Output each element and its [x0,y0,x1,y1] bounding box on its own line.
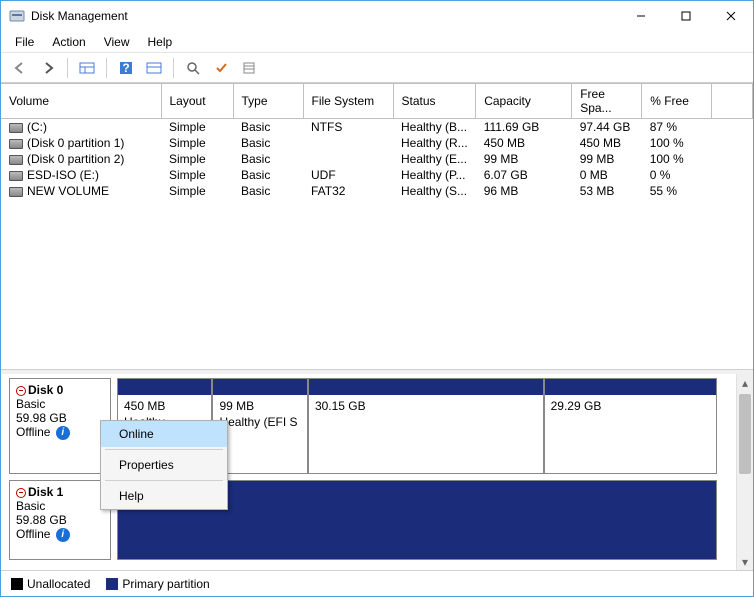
col-freespace[interactable]: Free Spa... [572,84,642,119]
partition[interactable]: 29.29 GB [544,378,717,474]
col-filesystem[interactable]: File System [303,84,393,119]
svg-text:?: ? [122,61,129,75]
volume-table[interactable]: Volume Layout Type File System Status Ca… [1,83,753,199]
scroll-down-icon[interactable]: ▾ [737,553,753,570]
scrollbar-thumb[interactable] [739,394,751,474]
volume-icon [9,171,23,181]
scroll-up-icon[interactable]: ▴ [737,374,753,391]
table-row[interactable]: (Disk 0 partition 2)SimpleBasicHealthy (… [1,151,753,167]
toolbar: ? [1,53,753,83]
settings-button[interactable] [143,57,165,79]
minimize-button[interactable] [618,1,663,31]
menubar: File Action View Help [1,31,753,53]
col-status[interactable]: Status [393,84,476,119]
help-button[interactable]: ? [115,57,137,79]
legend-swatch-black [11,578,23,590]
info-icon[interactable]: i [56,528,70,542]
forward-button[interactable] [37,57,59,79]
show-hide-button[interactable] [76,57,98,79]
toolbar-separator [173,58,174,78]
col-volume[interactable]: Volume [1,84,161,119]
disk-label[interactable]: Disk 1Basic59.88 GBOffline i [9,480,111,560]
menu-help[interactable]: Help [140,33,181,51]
col-pctfree[interactable]: % Free [642,84,712,119]
close-button[interactable] [708,1,753,31]
context-menu-separator [105,449,223,450]
table-header-row: Volume Layout Type File System Status Ca… [1,84,753,119]
volume-icon [9,123,23,133]
disk-error-icon [16,386,26,396]
legend-unallocated: Unallocated [11,577,90,591]
volume-icon [9,155,23,165]
disk-context-menu: Online Properties Help [100,420,228,510]
refresh-button[interactable] [182,57,204,79]
table-row[interactable]: (Disk 0 partition 1)SimpleBasicHealthy (… [1,135,753,151]
partition[interactable]: 30.15 GB [308,378,544,474]
volume-list-pane: Volume Layout Type File System Status Ca… [1,83,753,370]
col-capacity[interactable]: Capacity [476,84,572,119]
action-button[interactable] [210,57,232,79]
toolbar-separator [67,58,68,78]
context-menu-separator [105,480,223,481]
legend-primary: Primary partition [106,577,209,591]
col-layout[interactable]: Layout [161,84,233,119]
disk-label[interactable]: Disk 0Basic59.98 GBOffline i [9,378,111,474]
table-row[interactable]: (C:)SimpleBasicNTFSHealthy (B...111.69 G… [1,119,753,136]
volume-icon [9,139,23,149]
col-blank [712,84,753,119]
window-title: Disk Management [31,9,618,23]
vertical-scrollbar[interactable]: ▴ ▾ [736,374,753,570]
info-icon[interactable]: i [56,426,70,440]
maximize-button[interactable] [663,1,708,31]
col-type[interactable]: Type [233,84,303,119]
back-button[interactable] [9,57,31,79]
menu-view[interactable]: View [96,33,138,51]
volume-icon [9,187,23,197]
menu-file[interactable]: File [7,33,42,51]
list-button[interactable] [238,57,260,79]
legend: Unallocated Primary partition [1,570,753,596]
context-menu-properties[interactable]: Properties [101,452,227,478]
app-icon [9,8,25,24]
toolbar-separator [106,58,107,78]
context-menu-help[interactable]: Help [101,483,227,509]
menu-action[interactable]: Action [44,33,93,51]
legend-swatch-navy [106,578,118,590]
table-row[interactable]: NEW VOLUMESimpleBasicFAT32Healthy (S...9… [1,183,753,199]
context-menu-online[interactable]: Online [101,421,227,447]
disk-error-icon [16,488,26,498]
titlebar: Disk Management [1,1,753,31]
table-row[interactable]: ESD-ISO (E:)SimpleBasicUDFHealthy (P...6… [1,167,753,183]
